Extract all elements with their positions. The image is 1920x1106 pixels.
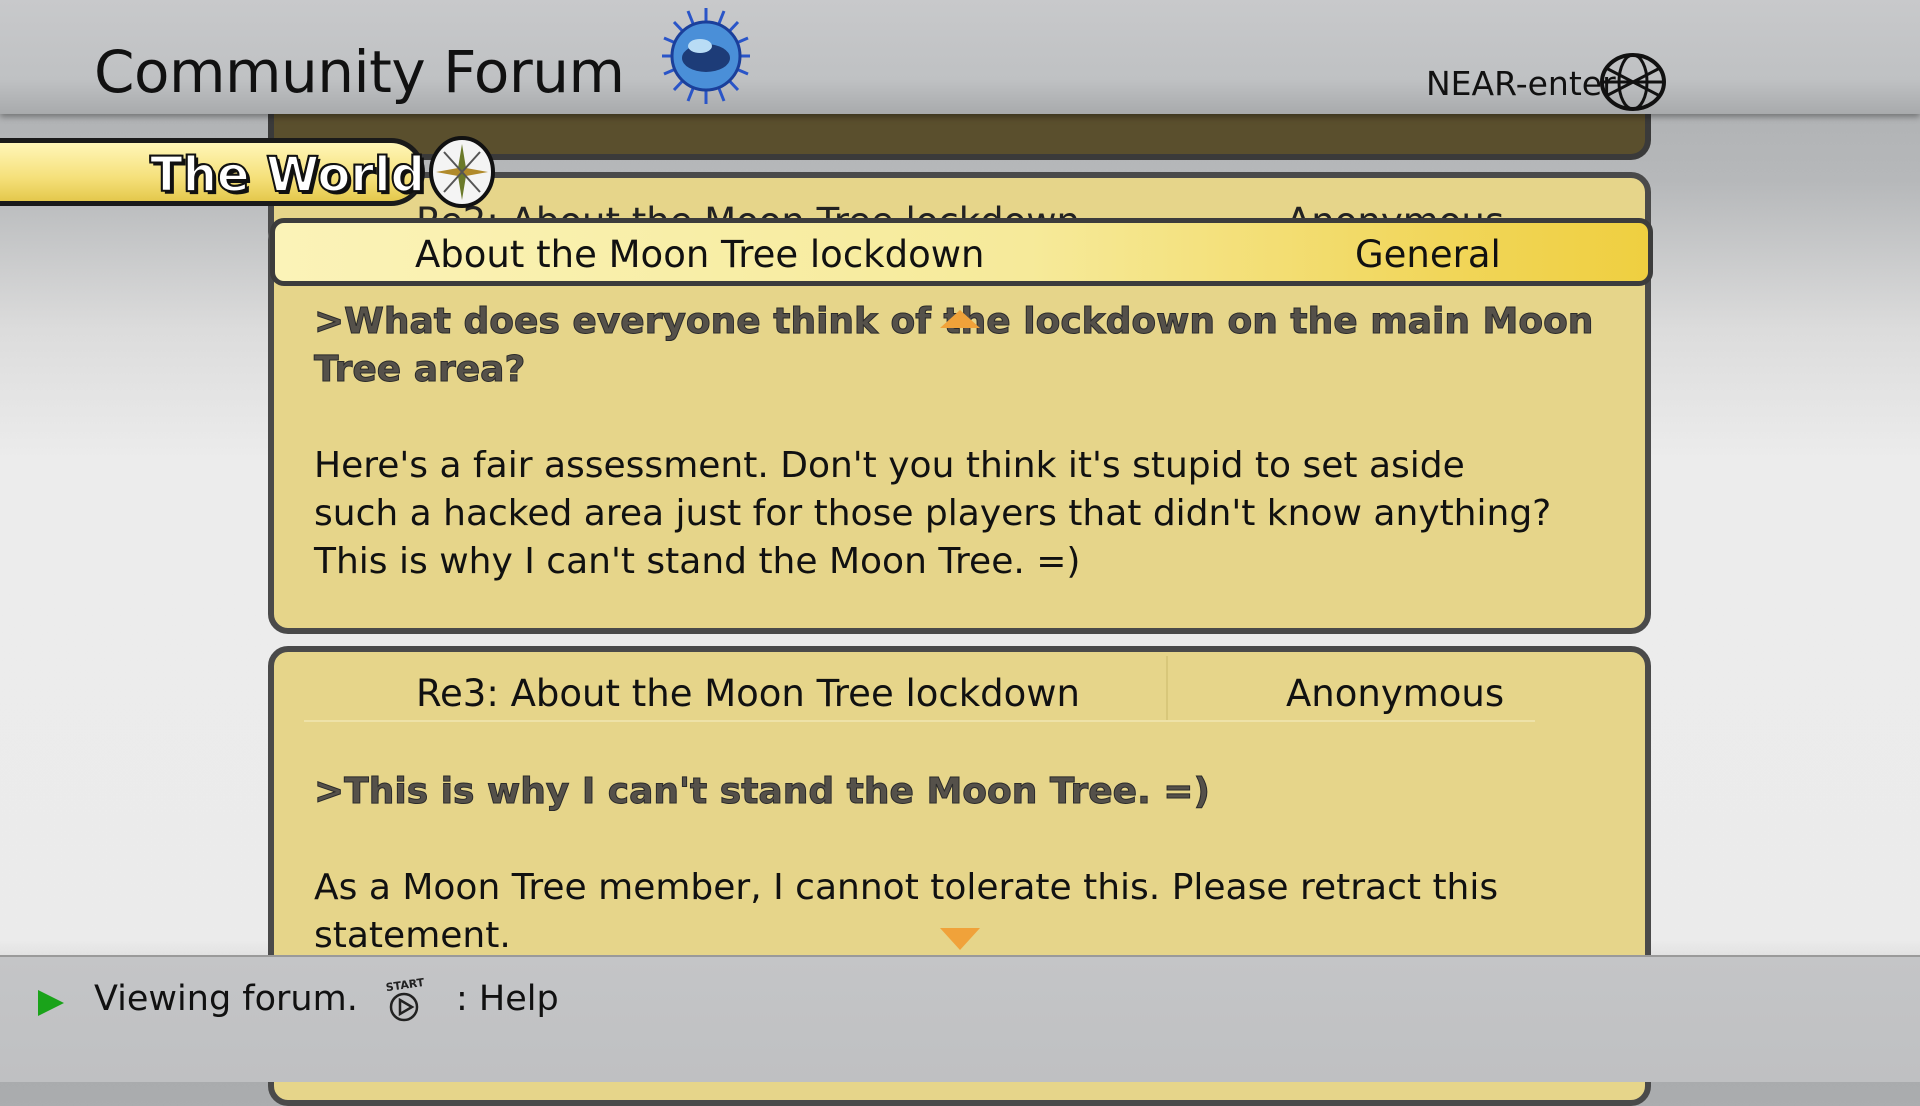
page-title: Community Forum <box>94 38 625 106</box>
near-enter-label: NEAR-enter <box>1426 64 1616 103</box>
next-post-subject: Re3: About the Moon Tree lockdown <box>416 672 1080 715</box>
next-post-author: Anonymous <box>1286 672 1505 715</box>
post-body-line: statement. <box>314 915 511 956</box>
tab-the-world[interactable]: The World <box>0 138 426 206</box>
footer-bar: Viewing forum. START : Help <box>0 955 1920 1082</box>
post-body-line: such a hacked area just for those player… <box>314 493 1552 534</box>
status-text: Viewing forum. <box>94 979 358 1019</box>
post-subject: About the Moon Tree lockdown <box>415 233 985 276</box>
header-rule <box>304 720 1535 722</box>
post-category: General <box>1355 233 1501 276</box>
scroll-down-arrow-icon[interactable] <box>940 928 980 950</box>
compass-icon <box>429 136 495 208</box>
help-hint: : Help <box>456 979 559 1019</box>
spiked-globe-logo-icon <box>662 8 750 104</box>
post-body-line: Here's a fair assessment. Don't you thin… <box>314 445 1465 486</box>
quoted-line: >This is why I can't stand the Moon Tree… <box>314 771 1211 813</box>
status-arrow-icon <box>38 990 64 1016</box>
tab-label: The World <box>149 146 426 204</box>
scroll-up-arrow-icon[interactable] <box>940 310 980 328</box>
svg-text:START: START <box>385 977 425 994</box>
header-bar: Community Forum NEAR-enter <box>0 0 1920 114</box>
post-body-line: This is why I can't stand the Moon Tree.… <box>314 541 1081 582</box>
quoted-line: Tree area? <box>313 349 526 391</box>
selected-post-header[interactable]: About the Moon Tree lockdown General <box>270 218 1653 286</box>
wireframe-globe-icon[interactable] <box>1598 52 1668 112</box>
start-button-icon[interactable]: START <box>382 977 428 1023</box>
post-body-line: As a Moon Tree member, I cannot tolerate… <box>314 867 1499 908</box>
selected-post-card[interactable]: About the Moon Tree lockdown General >Wh… <box>268 218 1653 634</box>
header-divider <box>1166 656 1168 720</box>
